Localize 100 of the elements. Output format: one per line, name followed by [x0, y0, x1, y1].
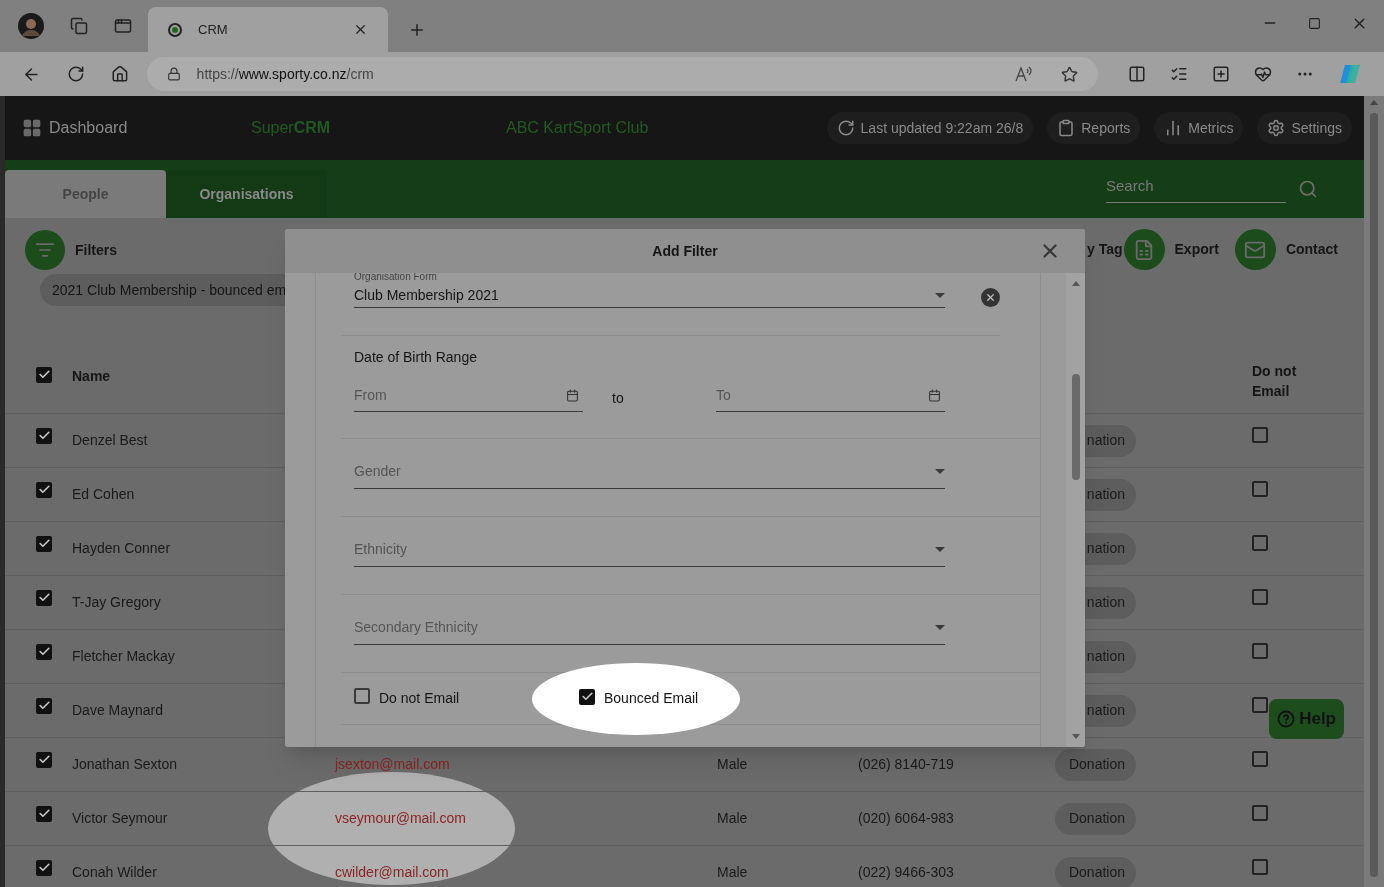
date-to-field[interactable]: To: [716, 385, 945, 412]
select-field[interactable]: Gender: [354, 461, 945, 489]
phone-cell: (022) 9466-303: [858, 864, 954, 880]
scroll-down-icon[interactable]: [1071, 734, 1080, 739]
health-icon[interactable]: [1254, 65, 1272, 83]
name-cell-text: Denzel Best: [72, 431, 149, 450]
home-icon[interactable]: [110, 65, 129, 83]
maximize-icon[interactable]: [1308, 16, 1321, 30]
close-tab-icon[interactable]: [353, 22, 368, 37]
checkbox[interactable]: [36, 427, 52, 444]
scrollbar-thumb[interactable]: [1071, 374, 1080, 480]
dropdown-caret-icon: [935, 469, 945, 474]
name-cell-text: Conah Wilder: [72, 863, 158, 882]
scrollbar[interactable]: [1066, 273, 1085, 747]
dashboard-grid-icon[interactable]: [22, 118, 42, 138]
name-cell-text: Jonathan Sexton: [72, 755, 179, 774]
calendar-icon[interactable]: [566, 389, 579, 402]
help-icon: [1277, 710, 1296, 728]
clipboard-icon: [1057, 119, 1076, 137]
checkbox[interactable]: [1252, 534, 1268, 551]
collections-icon[interactable]: [1212, 65, 1230, 83]
read-aloud-icon[interactable]: [1015, 66, 1033, 82]
checkbox[interactable]: [1252, 858, 1268, 875]
tag-chip: Donation: [1055, 856, 1136, 887]
search-field[interactable]: Search: [1106, 175, 1286, 203]
tag-chip: Donation: [1055, 748, 1136, 781]
action-button[interactable]: y Tag: [1087, 239, 1123, 260]
header-button[interactable]: Reports: [1047, 112, 1141, 144]
organisation-form-select[interactable]: Club Membership 2021: [354, 283, 945, 308]
checkbox-label: Bounced Email: [604, 689, 699, 708]
workspaces-icon[interactable]: [70, 17, 88, 35]
address-bar[interactable]: https://www.sporty.co.nz/crm: [146, 57, 1098, 91]
phone-cell: (026) 8140-719: [858, 756, 954, 772]
header-button[interactable]: Last updated 9:22am 26/8: [826, 112, 1034, 144]
settings-icon: [1267, 119, 1286, 137]
phone-cell: (020) 6064-983: [858, 810, 954, 826]
select-field[interactable]: Ethnicity: [354, 539, 945, 567]
range-separator: to: [612, 389, 625, 408]
scrollbar-thumb[interactable]: [1370, 113, 1378, 877]
tag-chip: Donation: [1055, 802, 1136, 835]
lock-icon: [166, 67, 181, 81]
checkbox[interactable]: [36, 589, 52, 606]
dashboard-link[interactable]: Dashboard: [49, 116, 251, 140]
search-icon[interactable]: [1298, 179, 1318, 199]
favorites-list-icon[interactable]: [1170, 65, 1188, 83]
select-field[interactable]: Secondary Ethnicity: [354, 617, 945, 645]
help-button[interactable]: Help: [1269, 699, 1344, 739]
date-from-field[interactable]: From: [354, 385, 583, 412]
gender-cell: Male: [717, 810, 748, 826]
checkbox[interactable]: [36, 481, 52, 498]
checkbox[interactable]: [1252, 426, 1268, 443]
checkbox[interactable]: [1252, 804, 1268, 821]
name-cell-text: Victor Seymour: [72, 809, 169, 828]
name-cell-text: Hayden Conner: [72, 539, 172, 558]
name-cell-text: Dave Maynard: [72, 701, 165, 720]
url-text: https://www.sporty.co.nz/crm: [196, 64, 375, 84]
dropdown-caret-icon: [935, 292, 945, 298]
checkbox[interactable]: [1252, 480, 1268, 497]
dropdown-caret-icon: [935, 625, 945, 630]
action-button[interactable]: Contact: [1285, 239, 1338, 260]
dropdown-caret-icon: [935, 547, 945, 552]
calendar-icon[interactable]: [928, 389, 941, 402]
header-button[interactable]: Settings: [1257, 112, 1352, 144]
scroll-up-icon[interactable]: [1370, 100, 1378, 105]
header-button[interactable]: Metrics: [1154, 112, 1244, 144]
email-link[interactable]: vseymour@mail.com: [335, 810, 466, 826]
action-button[interactable]: Export: [1174, 239, 1219, 260]
checkbox[interactable]: [1252, 642, 1268, 659]
checkbox[interactable]: [1252, 696, 1268, 713]
checkbox[interactable]: [36, 643, 52, 660]
checkbox[interactable]: [36, 859, 52, 876]
checkbox[interactable]: [36, 366, 52, 383]
split-screen-icon[interactable]: [1128, 65, 1146, 83]
filters-label: Filters: [75, 240, 117, 260]
checkbox[interactable]: [1252, 588, 1268, 605]
checkbox[interactable]: [1252, 750, 1268, 767]
checkbox[interactable]: [36, 697, 52, 714]
scroll-up-icon[interactable]: [1071, 281, 1080, 286]
checkbox[interactable]: [36, 751, 52, 768]
checkbox[interactable]: [354, 687, 370, 704]
site-icon: [168, 22, 182, 37]
email-link[interactable]: cwilder@mail.com: [335, 864, 449, 880]
name-cell-text: Ed Cohen: [72, 485, 136, 504]
name-cell-text: T-Jay Gregory: [72, 593, 162, 612]
tab-title: CRM: [198, 20, 229, 39]
reload-icon[interactable]: [66, 65, 85, 83]
refresh-icon: [836, 119, 855, 137]
club-name: ABC KartSport Club: [506, 118, 649, 138]
checkbox[interactable]: [36, 805, 52, 822]
profile-avatar[interactable]: [18, 13, 44, 39]
clear-icon[interactable]: [981, 288, 1000, 307]
scrollbar[interactable]: [1364, 96, 1384, 887]
gender-cell: Male: [717, 756, 748, 772]
checkbox[interactable]: [36, 535, 52, 552]
browser-tab[interactable]: CRM: [148, 7, 388, 52]
app-logo-text: SuperCRM: [251, 118, 332, 138]
dialog-title: Add Filter: [652, 241, 718, 261]
favorite-star-icon[interactable]: [1061, 65, 1078, 83]
tab-actions-icon[interactable]: [114, 17, 132, 35]
column-header[interactable]: Do not Email: [1252, 361, 1312, 401]
